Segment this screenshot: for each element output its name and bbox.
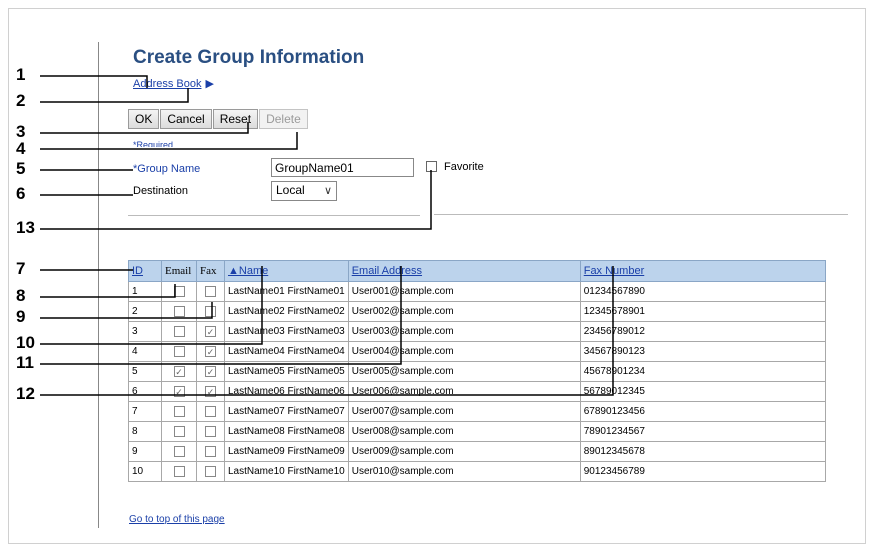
leader-line-9 [40, 302, 213, 319]
callout-leader-lines [40, 75, 614, 396]
leader-line-1 [40, 75, 148, 88]
leader-line-8 [40, 284, 176, 298]
leader-line-11 [40, 266, 402, 365]
leader-line-2 [40, 88, 189, 103]
leader-line-13 [40, 170, 432, 230]
leader-line-3 [40, 122, 249, 134]
leader-line-12 [40, 266, 614, 396]
leader-line-4 [40, 132, 298, 150]
leader-line-10 [40, 266, 263, 345]
